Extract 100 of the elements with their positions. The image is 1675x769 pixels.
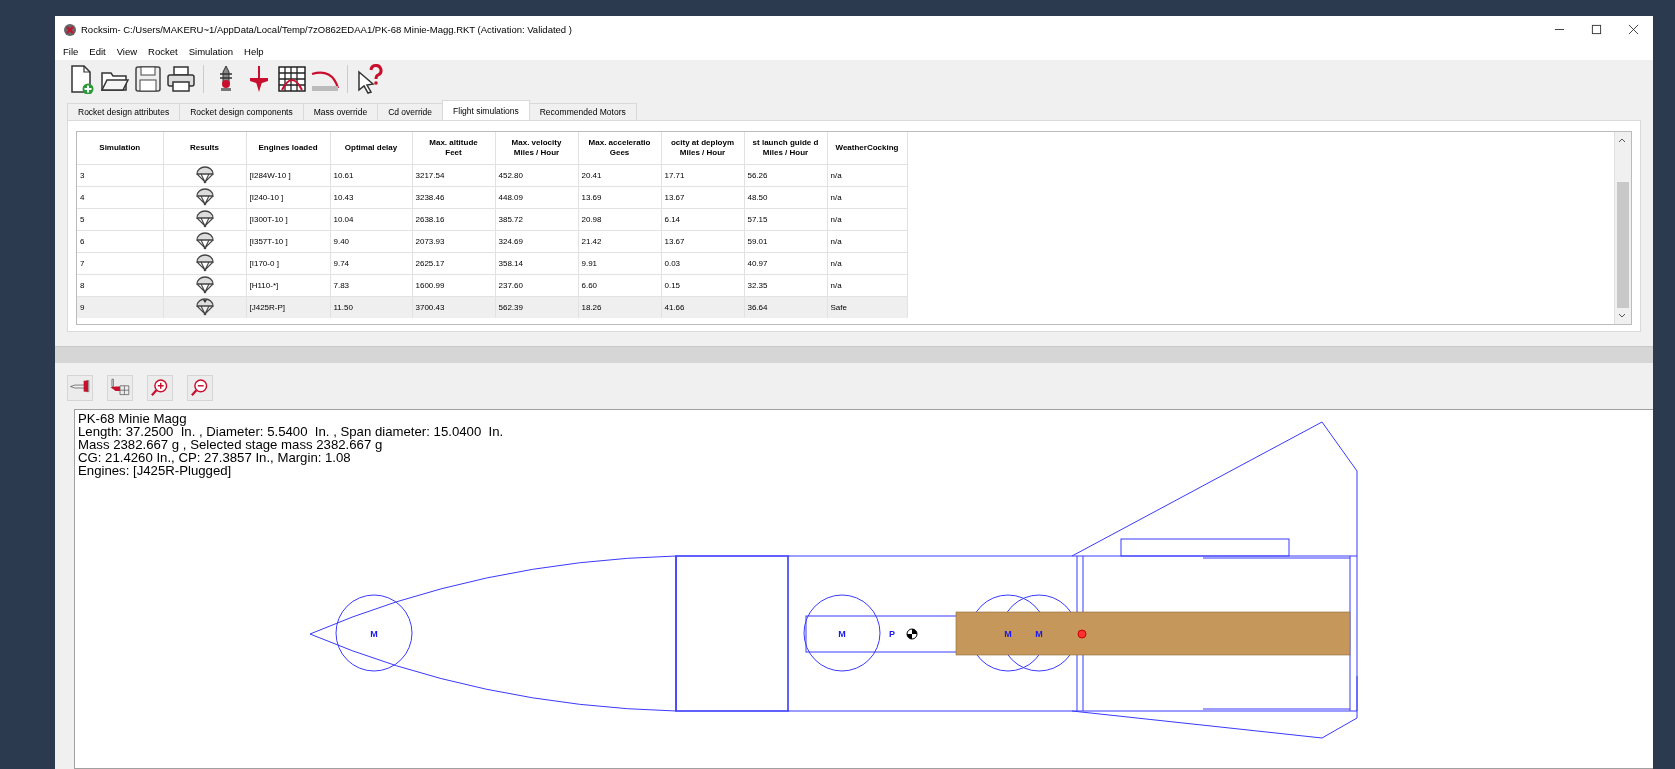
table-cell: 9.40 <box>330 230 412 253</box>
table-cell: 6.14 <box>661 208 744 231</box>
table-cell: 17.71 <box>661 164 744 187</box>
parachute-icon <box>194 275 215 294</box>
table-row[interactable]: 9 [J425R-P] 11.50 3700.43 562.39 18.26 41.66 36.64 Safe <box>77 296 907 318</box>
window-title: Rocksim- C:/Users/MAKERU~1/AppData/Local/Temp/7zO862EDAA1/PK-68 Minie-Magg.RKT (Activation: Validated ) <box>81 23 573 35</box>
menu-item[interactable]: File <box>63 45 79 57</box>
rocket-grid-button[interactable] <box>107 375 133 401</box>
grid-arc-icon[interactable] <box>277 64 307 94</box>
table-cell: 5 <box>77 208 163 231</box>
table-cell: 358.14 <box>495 252 578 275</box>
table-cell: 57.15 <box>744 208 827 231</box>
table-cell: 59.01 <box>744 230 827 253</box>
cg-icon <box>906 628 918 640</box>
parachute-icon <box>194 209 215 228</box>
table-cell: 20.98 <box>578 208 661 231</box>
table-cell: n/a <box>827 208 907 231</box>
tab[interactable]: Flight simulations <box>442 100 530 120</box>
table-cell: 10.61 <box>330 164 412 187</box>
table-cell: 4 <box>77 186 163 209</box>
menu-item[interactable]: Simulation <box>188 45 234 57</box>
info-line: Length: 37.2500 In. , Diameter: 5.5400 In. , Span diameter: 15.0400 In. <box>78 425 504 438</box>
table-cell: [J425R-P] <box>246 296 330 318</box>
table-cell: Safe <box>827 296 907 318</box>
table-cell: 56.26 <box>744 164 827 187</box>
table-cell: 9 <box>77 296 163 318</box>
table-cell: 18.26 <box>578 296 661 318</box>
table-cell: [I357T-10 ] <box>246 230 330 253</box>
table-cell: 20.41 <box>578 164 661 187</box>
table-cell: [I170-0 ] <box>246 252 330 275</box>
column-header[interactable]: Simulation <box>99 143 141 153</box>
table-row[interactable]: 4 [I240-10 ] 10.43 3238.46 448.09 13.69 13.67 48.50 n/a <box>77 186 907 209</box>
table-cell: 385.72 <box>495 208 578 231</box>
info-line: PK-68 Minie Magg <box>78 412 187 425</box>
maximize-icon[interactable] <box>1591 23 1602 35</box>
table-cell: [I284W-10 ] <box>246 164 330 187</box>
column-header[interactable]: Max. acceleratio Gees <box>588 138 651 158</box>
column-header[interactable]: Max. altitude Feet <box>429 138 478 158</box>
table-cell: 0.03 <box>661 252 744 275</box>
column-header[interactable]: Optimal delay <box>344 143 398 153</box>
table-cell: 448.09 <box>495 186 578 209</box>
menu-item[interactable]: Rocket <box>148 45 178 57</box>
scrollbar-thumb[interactable] <box>1617 182 1629 308</box>
table-cell: 2073.93 <box>412 230 495 253</box>
close-icon[interactable] <box>1628 23 1639 35</box>
component-label: M <box>838 629 846 639</box>
column-header[interactable]: Results <box>190 143 219 153</box>
parachute-icon <box>194 165 215 184</box>
table-cell: 3238.46 <box>412 186 495 209</box>
column-header[interactable]: Max. velocity Miles / Hour <box>511 138 562 158</box>
info-line: Engines: [J425R-Plugged] <box>78 464 232 477</box>
column-header[interactable]: WeatherCocking <box>835 143 899 153</box>
table-row[interactable]: 7 [I170-0 ] 9.74 2625.17 358.14 9.91 0.03 40.97 n/a <box>77 252 907 275</box>
printer-icon[interactable] <box>166 64 196 94</box>
table-cell: 13.67 <box>661 230 744 253</box>
table-cell: 48.50 <box>744 186 827 209</box>
tab[interactable]: Recommended Motors <box>528 103 637 120</box>
component-label: P <box>889 629 895 639</box>
info-line: Mass 2382.667 g , Selected stage mass 2382.667 g <box>78 438 383 451</box>
table-row[interactable]: 6 [I357T-10 ] 9.40 2073.93 324.69 21.42 13.67 59.01 n/a <box>77 230 907 253</box>
table-cell: 40.97 <box>744 252 827 275</box>
menu-item[interactable]: View <box>116 45 138 57</box>
table-cell: 9.74 <box>330 252 412 275</box>
table-row[interactable]: 5 [I300T-10 ] 10.04 2638.16 385.72 20.98 6.14 57.15 n/a <box>77 208 907 231</box>
scroll-up-icon <box>1618 136 1626 144</box>
menu-item[interactable]: Edit <box>89 45 106 57</box>
table-cell: 7 <box>77 252 163 275</box>
table-cell: 2638.16 <box>412 208 495 231</box>
table-cell: 562.39 <box>495 296 578 318</box>
table-cell: 13.69 <box>578 186 661 209</box>
table-cell: 3217.54 <box>412 164 495 187</box>
table-cell: 11.50 <box>330 296 412 318</box>
table-cell: n/a <box>827 230 907 253</box>
table-cell: n/a <box>827 252 907 275</box>
component-label: M <box>1035 629 1043 639</box>
zoom-out-button[interactable] <box>187 375 213 401</box>
table-cell: [I300T-10 ] <box>246 208 330 231</box>
component-label: M <box>370 629 378 639</box>
table-cell: [I240-10 ] <box>246 186 330 209</box>
rocket-side-button[interactable] <box>67 375 93 401</box>
help-icon[interactable] <box>355 64 385 94</box>
table-cell: n/a <box>827 164 907 187</box>
parachute-icon <box>194 231 215 250</box>
table-cell: 3700.43 <box>412 296 495 318</box>
table-cell: 13.67 <box>661 186 744 209</box>
column-header[interactable]: st launch guide d Miles / Hour <box>752 138 819 158</box>
table-cell: 3 <box>77 164 163 187</box>
parachute-icon <box>194 253 215 272</box>
menu-item[interactable]: Help <box>244 45 264 57</box>
table-cell: 9.91 <box>578 252 661 275</box>
column-header[interactable]: Engines loaded <box>258 143 318 153</box>
tab[interactable]: Rocket design components <box>179 103 304 120</box>
table-cell: n/a <box>827 186 907 209</box>
table-cell: 21.42 <box>578 230 661 253</box>
table-row[interactable]: 3 [I284W-10 ] 10.61 3217.54 452.80 20.41 17.71 56.26 n/a <box>77 164 907 187</box>
table-cell: 10.04 <box>330 208 412 231</box>
zoom-in-button[interactable] <box>147 375 173 401</box>
app-logo-icon <box>63 22 76 36</box>
column-header[interactable]: ocity at deploym Miles / Hour <box>670 138 735 158</box>
tab[interactable]: Rocket design attributes <box>67 103 181 120</box>
